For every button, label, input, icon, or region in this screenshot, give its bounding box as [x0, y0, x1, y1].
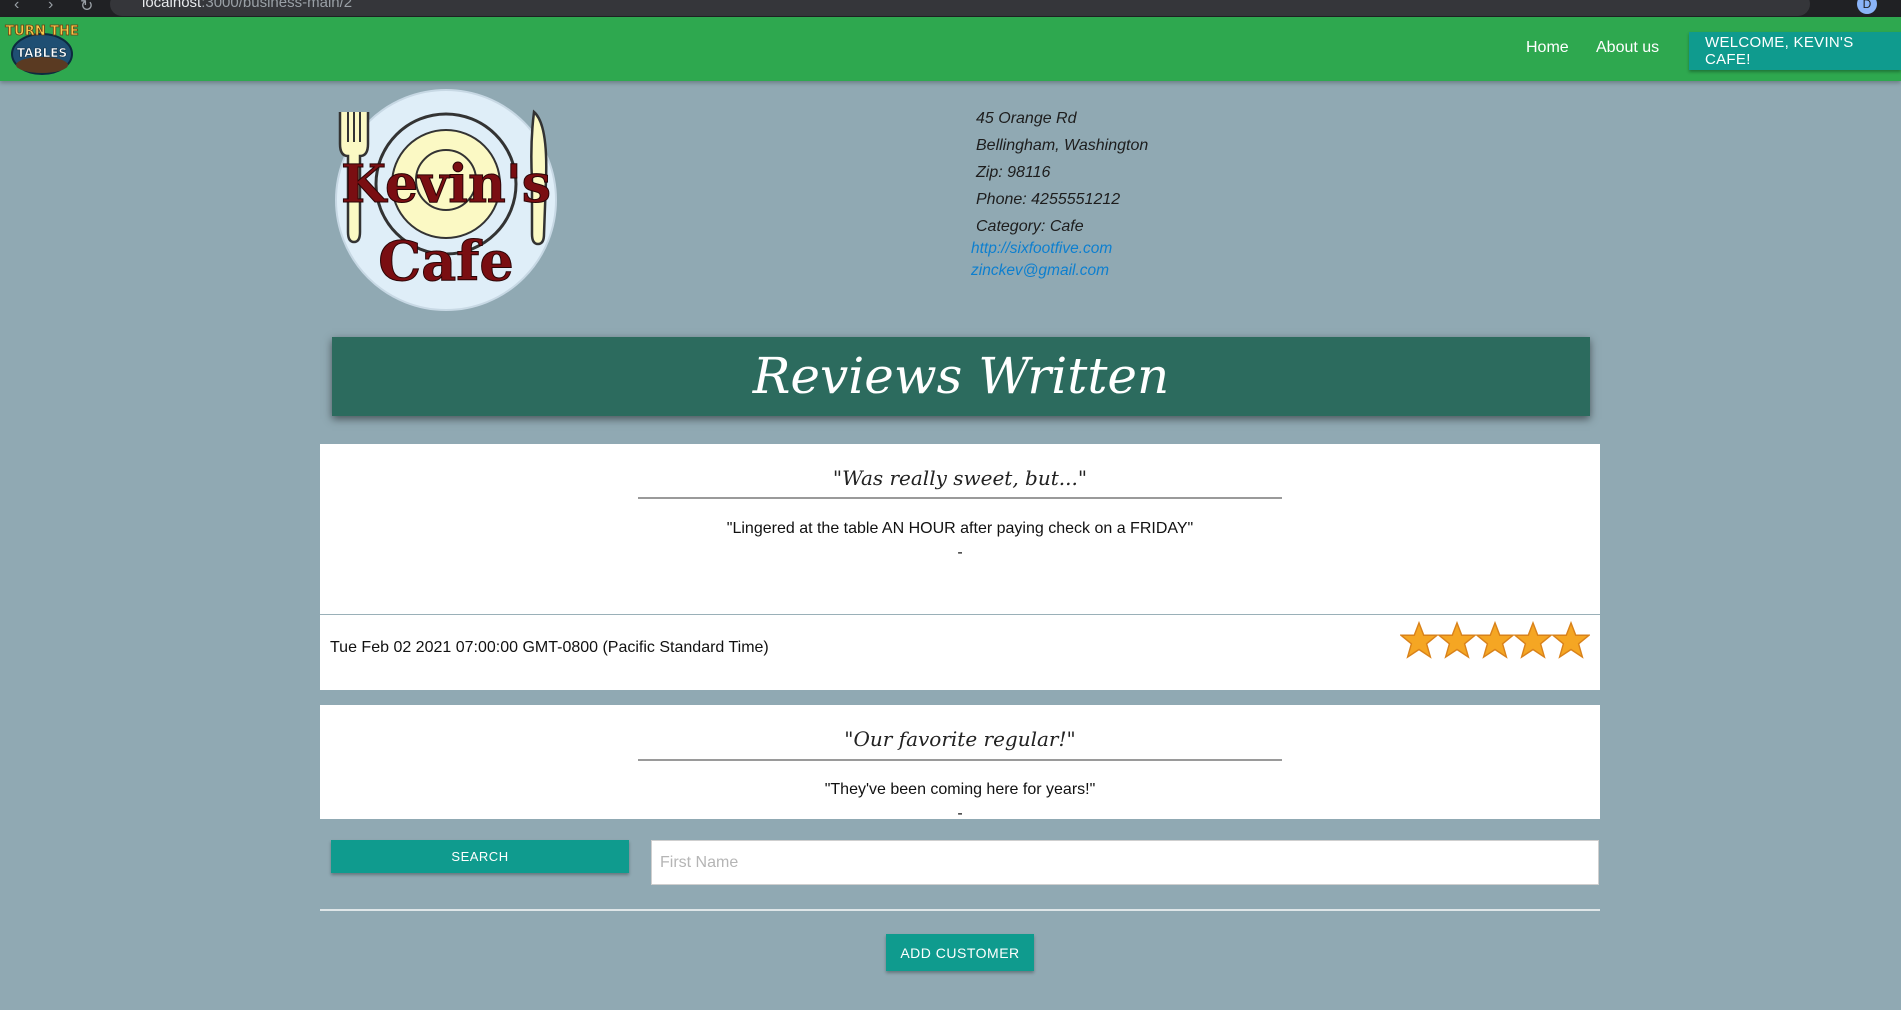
search-button[interactable]: SEARCH: [331, 840, 629, 873]
review-card: "Our favorite regular!" "They've been co…: [320, 705, 1600, 819]
review-date: Tue Feb 02 2021 07:00:00 GMT-0800 (Pacif…: [330, 639, 769, 656]
logo-text-top: TURN THE: [5, 24, 78, 39]
star-icon: [1400, 621, 1438, 659]
star-icon: [1514, 621, 1552, 659]
review-body: "They've been coming here for years!": [824, 781, 1096, 798]
first-name-input[interactable]: [651, 840, 1599, 885]
review-divider: [638, 497, 1282, 499]
turn-the-tables-logo[interactable]: TURN THE TABLES: [3, 21, 81, 79]
add-customer-button[interactable]: ADD CUSTOMER: [886, 934, 1034, 971]
review-card: "Was really sweet, but..." "Lingered at …: [320, 444, 1600, 614]
review-body: "Lingered at the table AN HOUR after pay…: [726, 520, 1194, 537]
forward-icon[interactable]: ›: [48, 0, 53, 14]
business-logo-cafe: Cafe: [378, 229, 514, 293]
review-title: "Was really sweet, but...": [832, 466, 1088, 490]
profile-avatar[interactable]: D: [1857, 0, 1877, 14]
address-bar-url: localhost:3000/business-main/2: [142, 0, 353, 11]
business-category: Category: Cafe: [976, 218, 1084, 235]
back-icon[interactable]: ‹: [14, 0, 19, 14]
business-address: 45 Orange Rd: [976, 110, 1077, 127]
review-author-dash: -: [957, 805, 963, 819]
business-info: 45 Orange Rd Bellingham, Washington Zip:…: [976, 105, 1148, 240]
review-footer: Tue Feb 02 2021 07:00:00 GMT-0800 (Pacif…: [320, 614, 1600, 690]
review-divider: [638, 759, 1282, 761]
section-divider: [320, 909, 1600, 911]
star-icon: [1476, 621, 1514, 659]
top-navbar: TURN THE TABLES Home About us WELCOME, K…: [0, 17, 1901, 81]
review-title: "Our favorite regular!": [844, 727, 1076, 751]
business-website-link[interactable]: http://sixfootfive.com: [971, 240, 1112, 258]
logo-text-bottom: TABLES: [17, 46, 67, 60]
nav-home-link[interactable]: Home: [1526, 39, 1569, 57]
review-rating: [1400, 621, 1590, 661]
reload-icon[interactable]: ↻: [80, 0, 93, 16]
address-bar[interactable]: [110, 0, 1810, 16]
business-logo-name: Kevin's: [341, 154, 551, 215]
business-city-state: Bellingham, Washington: [976, 137, 1149, 154]
reviews-heading: Reviews Written: [332, 337, 1590, 416]
browser-toolbar: ‹ › ↻ localhost:3000/business-main/2 D: [0, 0, 1901, 17]
business-zip: Zip: 98116: [976, 164, 1051, 181]
business-phone: Phone: 4255551212: [976, 191, 1121, 208]
star-icon: [1438, 621, 1476, 659]
business-logo: Kevin's Cafe: [335, 89, 557, 311]
review-author-dash: -: [957, 544, 963, 561]
star-icon: [1552, 621, 1590, 659]
business-email-link[interactable]: zinckev@gmail.com: [971, 262, 1109, 280]
nav-about-link[interactable]: About us: [1596, 39, 1659, 57]
welcome-button[interactable]: WELCOME, KEVIN'S CAFE!: [1689, 32, 1901, 70]
